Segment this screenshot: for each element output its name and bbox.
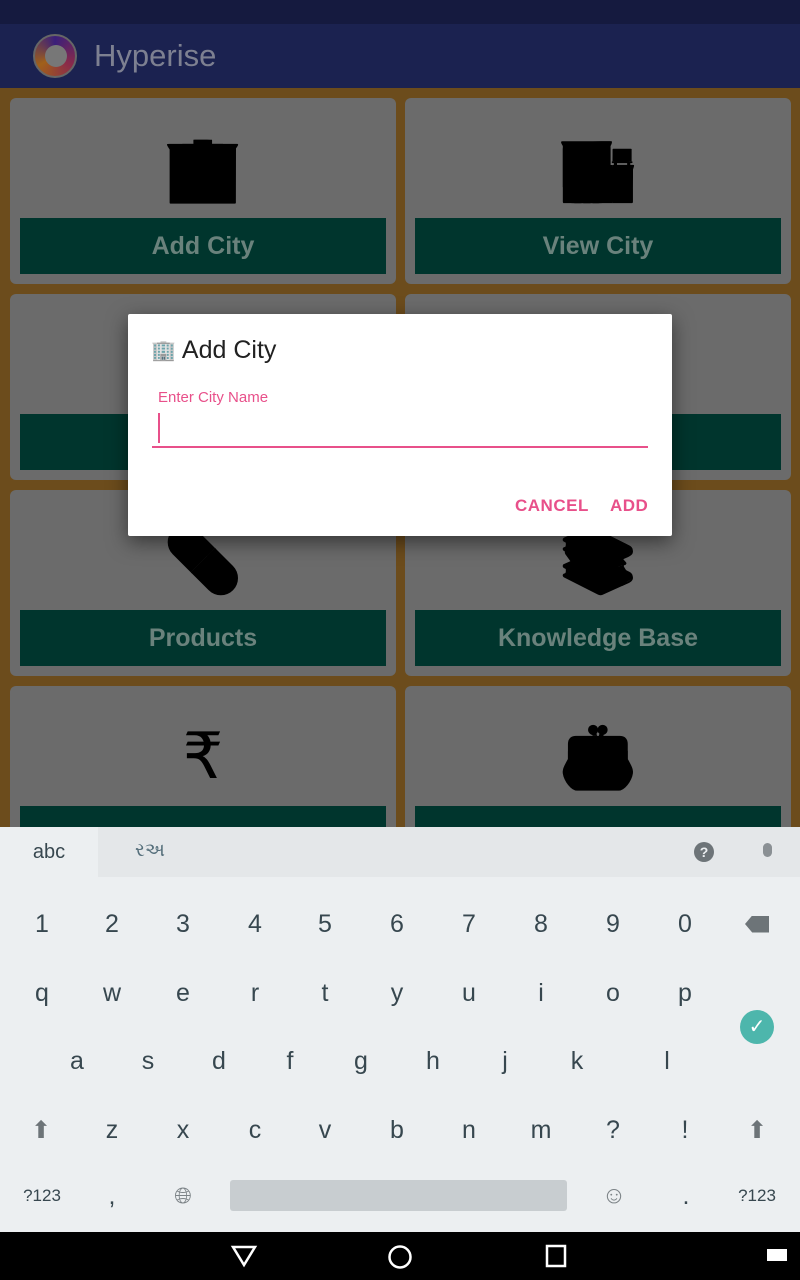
tab-gujarati[interactable]: રઅ	[135, 840, 165, 862]
symbols-key-right[interactable]: ?123	[727, 1171, 787, 1221]
app-bar: Hyperise	[0, 24, 800, 88]
navigation-bar	[0, 1232, 800, 1280]
key-8[interactable]: 8	[511, 899, 571, 949]
key-g[interactable]: g	[331, 1036, 391, 1086]
city-name-input[interactable]	[152, 410, 648, 448]
key-b[interactable]: b	[367, 1105, 427, 1155]
back-icon[interactable]	[230, 1244, 258, 1268]
key-v[interactable]: v	[295, 1105, 355, 1155]
home-icon[interactable]	[387, 1244, 413, 1270]
tile-button[interactable]: Knowledge Base	[415, 610, 781, 666]
tab-abc[interactable]: abc	[0, 827, 98, 877]
key-d[interactable]: d	[189, 1036, 249, 1086]
key-c[interactable]: c	[225, 1105, 285, 1155]
key-x[interactable]: x	[153, 1105, 213, 1155]
key-m[interactable]: m	[511, 1105, 571, 1155]
key-3[interactable]: 3	[153, 899, 213, 949]
shift-right-icon[interactable]: ⬆	[727, 1105, 787, 1155]
tile-button[interactable]: Add City	[20, 218, 386, 274]
key-h[interactable]: h	[403, 1036, 463, 1086]
key-r[interactable]: r	[225, 968, 285, 1018]
key-e[interactable]: e	[153, 968, 213, 1018]
key-p[interactable]: p	[655, 968, 715, 1018]
city-name-label: Enter City Name	[158, 389, 269, 406]
app-title: Hyperise	[94, 38, 217, 73]
tile-button[interactable]: Products	[20, 610, 386, 666]
keyboard-toolbar	[0, 827, 800, 877]
key-z[interactable]: z	[82, 1105, 142, 1155]
backspace-icon[interactable]	[727, 899, 787, 949]
key-i[interactable]: i	[511, 968, 571, 1018]
key-l[interactable]: l	[637, 1036, 697, 1086]
dashboard-tile[interactable]: 🏬 View City	[405, 98, 791, 284]
key-k[interactable]: k	[547, 1036, 607, 1086]
symbols-key-left[interactable]: ?123	[12, 1171, 72, 1221]
globe-icon[interactable]: 🌐︎	[153, 1171, 213, 1221]
key-a[interactable]: a	[47, 1036, 107, 1086]
emoji-icon[interactable]: ☺	[584, 1171, 644, 1221]
app-logo	[33, 34, 77, 78]
key-period[interactable]: .	[656, 1171, 716, 1221]
status-bar	[0, 0, 800, 24]
help-icon[interactable]: ?	[694, 842, 714, 862]
key-o[interactable]: o	[583, 968, 643, 1018]
key-2[interactable]: 2	[82, 899, 142, 949]
shift-left-icon[interactable]: ⬆	[11, 1105, 71, 1155]
key-1[interactable]: 1	[12, 899, 72, 949]
done-check-icon[interactable]: ✓	[727, 1002, 787, 1052]
rupee-icon: ₹	[182, 720, 224, 792]
key-y[interactable]: y	[367, 968, 427, 1018]
key-9[interactable]: 9	[583, 899, 643, 949]
dialog-title-text: Add City	[181, 336, 277, 364]
recents-icon[interactable]	[544, 1244, 568, 1268]
key-s[interactable]: s	[118, 1036, 178, 1086]
key-w[interactable]: w	[82, 968, 142, 1018]
keyboard: abc રઅ ? 1 2 3 4 5 6 7 8 9 0 q w e r t y u i o p ✓ a s d f g h j k l ⬆…	[0, 827, 800, 1232]
key-![interactable]: !	[655, 1105, 715, 1155]
tile-button[interactable]: View City	[415, 218, 781, 274]
building-add-icon: 🏢	[151, 340, 176, 362]
key-j[interactable]: j	[475, 1036, 535, 1086]
wallet-icon: 👛	[558, 720, 638, 792]
space-key[interactable]	[230, 1180, 567, 1211]
text-cursor	[158, 413, 160, 443]
add-button[interactable]: ADD	[610, 496, 648, 516]
building-icon: 🏬	[558, 132, 638, 204]
key-6[interactable]: 6	[367, 899, 427, 949]
key-0[interactable]: 0	[655, 899, 715, 949]
cancel-button[interactable]: CANCEL	[515, 496, 589, 516]
building-add-icon: 🏢	[163, 132, 243, 204]
key-4[interactable]: 4	[225, 899, 285, 949]
key-t[interactable]: t	[295, 968, 355, 1018]
key-f[interactable]: f	[260, 1036, 320, 1086]
dialog-title: 🏢 Add City	[151, 336, 276, 365]
key-5[interactable]: 5	[295, 899, 355, 949]
dashboard-tile[interactable]: 🏢 Add City	[10, 98, 396, 284]
keyboard-switch-icon[interactable]	[766, 1248, 788, 1264]
key-q[interactable]: q	[12, 968, 72, 1018]
key-comma[interactable]: ,	[82, 1171, 142, 1221]
key-u[interactable]: u	[439, 968, 499, 1018]
key-7[interactable]: 7	[439, 899, 499, 949]
key-?[interactable]: ?	[583, 1105, 643, 1155]
add-city-dialog: 🏢 Add City Enter City Name CANCEL ADD	[128, 314, 672, 536]
microphone-icon[interactable]	[763, 843, 772, 857]
key-n[interactable]: n	[439, 1105, 499, 1155]
